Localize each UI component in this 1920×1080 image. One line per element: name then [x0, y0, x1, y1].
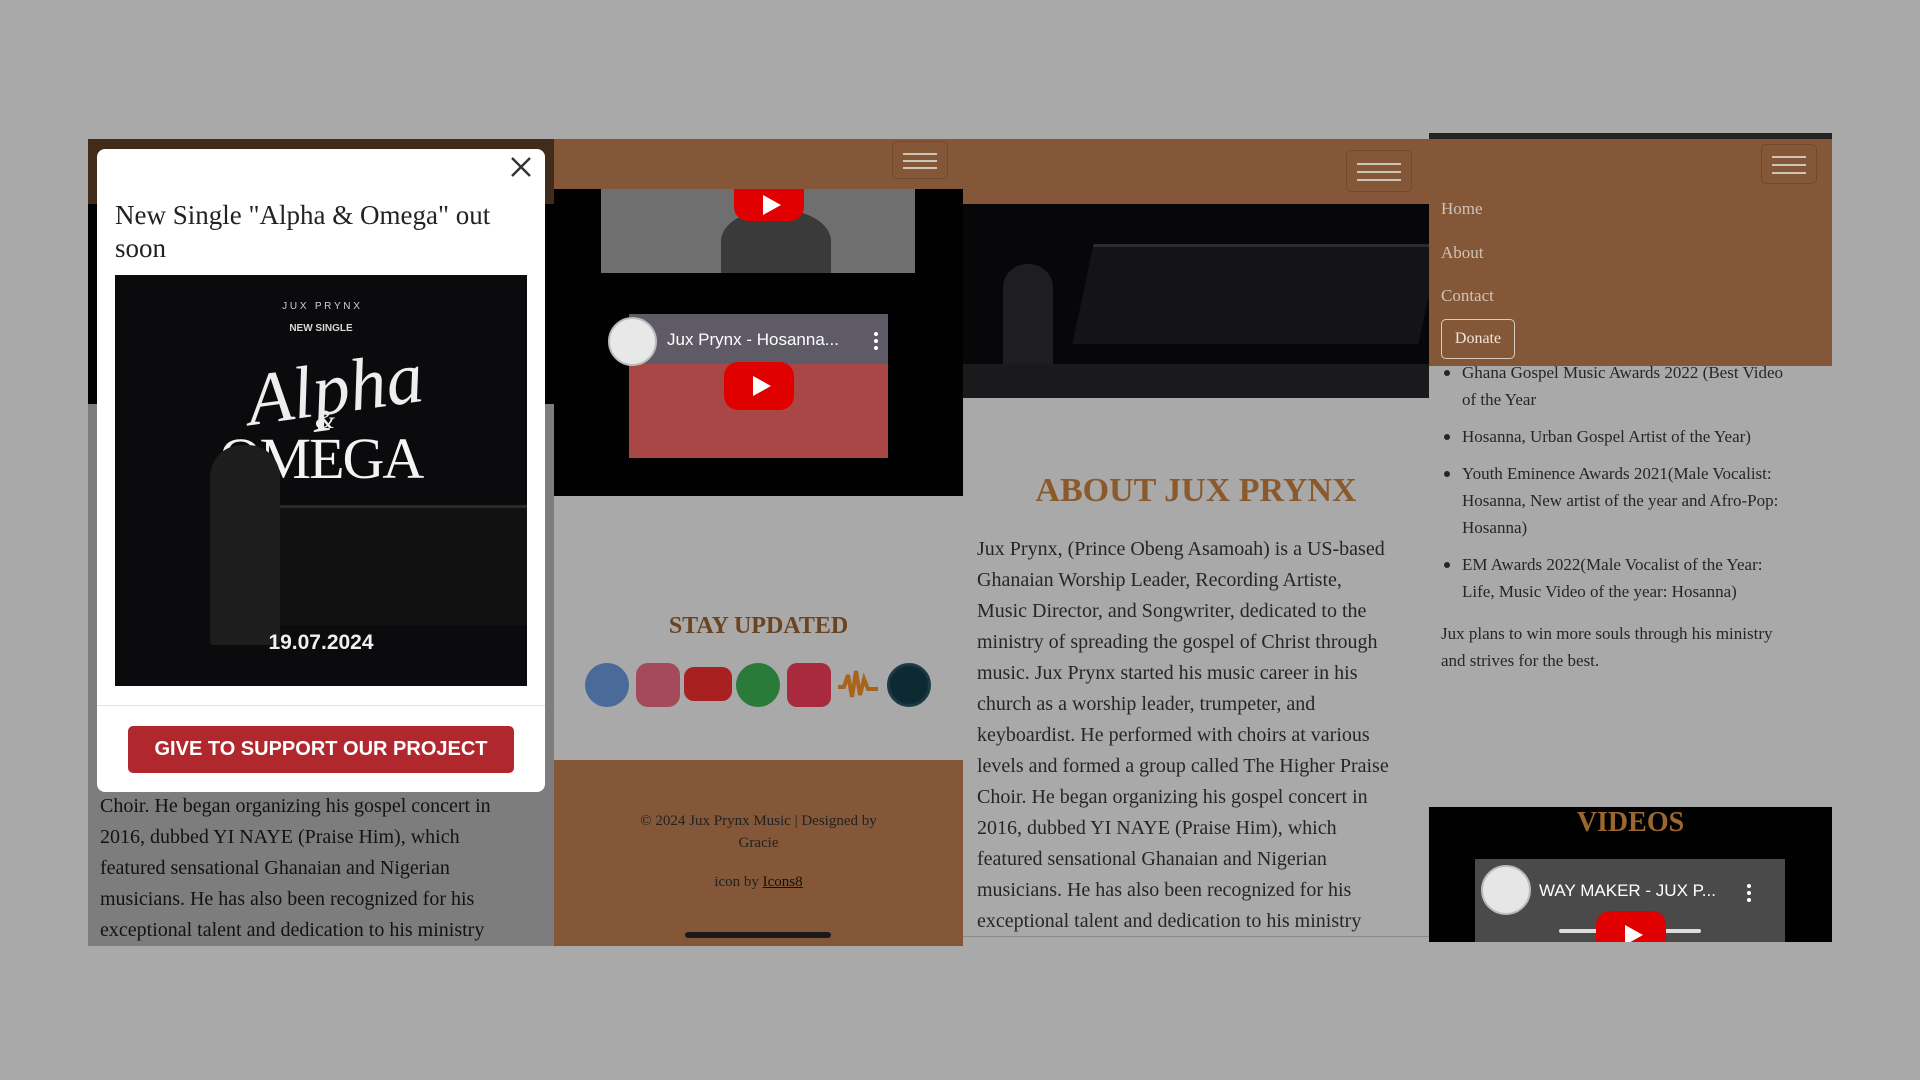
poster-artist: J U X P R Y N X: [282, 301, 360, 312]
youtube-play-icon[interactable]: [1596, 911, 1666, 942]
award-line: Youth Eminence Awards 2021(Male Vocalist…: [1462, 464, 1772, 483]
poster-title-caps: OMEGA: [219, 426, 425, 491]
menu-toggle-icon[interactable]: [892, 141, 948, 179]
award-item: Youth Eminence Awards 2021(Male Vocalist…: [1441, 460, 1825, 541]
plans-line: and strives for the best.: [1441, 651, 1600, 670]
video-embed-waymaker[interactable]: WAY MAKER - JUX P...: [1475, 859, 1785, 942]
award-line: Life, Music Video of the year: Hosanna): [1462, 582, 1737, 601]
about-line: musicians. He has also been recognized f…: [977, 879, 1352, 901]
about-line: exceptional talent and dedication to his…: [977, 910, 1362, 932]
hero-image: [963, 204, 1429, 398]
about-line: levels and formed a group called The Hig…: [977, 755, 1389, 777]
panel-videos-footer: Jux Prynx - Hosanna... STAY UPDATED © 20…: [554, 139, 963, 946]
poster-piano: [265, 505, 527, 625]
video-title: WAY MAKER - JUX P...: [1539, 881, 1716, 900]
modal-dialog: New Single "Alpha & Omega" out soon J U …: [97, 149, 545, 792]
about-body: Jux Prynx, (Prince Obeng Asamoah) is a U…: [977, 534, 1427, 937]
award-line: Ghana Gospel Music Awards 2022 (Best Vid…: [1462, 363, 1784, 382]
award-line: of the Year: [1462, 390, 1537, 409]
about-line: 2016, dubbed YI NAYE (Praise Him), which: [977, 817, 1337, 839]
hero-piano: [1072, 244, 1429, 344]
videos-title: VIDEOS: [1576, 807, 1685, 838]
modal-title: New Single "Alpha & Omega" out soon: [115, 200, 491, 263]
close-icon[interactable]: [507, 153, 535, 181]
award-line: EM Awards 2022(Male Vocalist of the Year…: [1462, 555, 1763, 574]
nav-link-home[interactable]: Home: [1441, 199, 1483, 219]
about-line: ministry of spreading the gospel of Chri…: [977, 631, 1378, 653]
plans-text: Jux plans to win more souls through his …: [1441, 620, 1825, 674]
nav-link-contact[interactable]: Contact: [1441, 286, 1494, 306]
awards-list: Ghana Gospel Music Awards 2022 (Best Vid…: [1441, 359, 1825, 605]
about-line: keyboardist. He performed with choirs at…: [977, 724, 1370, 746]
about-line: Ghanaian Worship Leader, Recording Artis…: [977, 569, 1342, 591]
channel-avatar: [1481, 865, 1531, 915]
nav-link-about[interactable]: About: [1441, 243, 1484, 263]
poster-date: 19.07.2024: [268, 631, 374, 654]
support-project-button[interactable]: GIVE TO SUPPORT OUR PROJECT: [128, 726, 514, 773]
about-line: church as a worship leader, trumpeter, a…: [977, 693, 1316, 715]
menu-toggle-icon[interactable]: [1346, 150, 1412, 192]
bottom-divider: [963, 936, 1429, 937]
award-line: Hosanna, New artist of the year and Afro…: [1462, 491, 1779, 510]
more-vert-icon[interactable]: [1747, 884, 1751, 902]
poster-tag: NEW SINGLE: [289, 323, 353, 334]
about-line: Music Director, and Songwriter, dedicate…: [977, 600, 1367, 622]
about-line: Choir. He began organizing his gospel co…: [977, 786, 1368, 808]
poster-image: J U X P R Y N X NEW SINGLE Alpha & OMEGA…: [115, 275, 527, 686]
modal-footer-divider: [97, 705, 545, 706]
about-line: Jux Prynx, (Prince Obeng Asamoah) is a U…: [977, 538, 1385, 560]
award-item: Ghana Gospel Music Awards 2022 (Best Vid…: [1441, 359, 1825, 413]
hero-stage: [963, 364, 1429, 398]
donate-button[interactable]: Donate: [1441, 319, 1515, 359]
panel-home-modal: Choir. He began organizing his gospel co…: [88, 139, 554, 946]
award-line: Hosanna): [1462, 518, 1528, 537]
award-item: Hosanna, Urban Gospel Artist of the Year…: [1441, 423, 1825, 450]
award-item: EM Awards 2022(Male Vocalist of the Year…: [1441, 551, 1825, 605]
award-line: Hosanna, Urban Gospel Artist of the Year…: [1462, 427, 1751, 446]
plans-line: Jux plans to win more souls through his …: [1441, 624, 1773, 643]
panel-about: ABOUT JUX PRYNX Jux Prynx, (Prince Obeng…: [963, 139, 1429, 939]
page-overlay: [554, 139, 963, 946]
about-title: ABOUT JUX PRYNX: [1035, 472, 1357, 509]
panel-nav-open: Home About Contact Donate Ghana Gospel M…: [1429, 133, 1832, 942]
menu-toggle-icon[interactable]: [1761, 144, 1817, 184]
poster-performer: [210, 445, 280, 645]
about-line: music. Jux Prynx started his music caree…: [977, 662, 1358, 684]
about-line: featured sensational Ghanaian and Nigeri…: [977, 848, 1327, 870]
